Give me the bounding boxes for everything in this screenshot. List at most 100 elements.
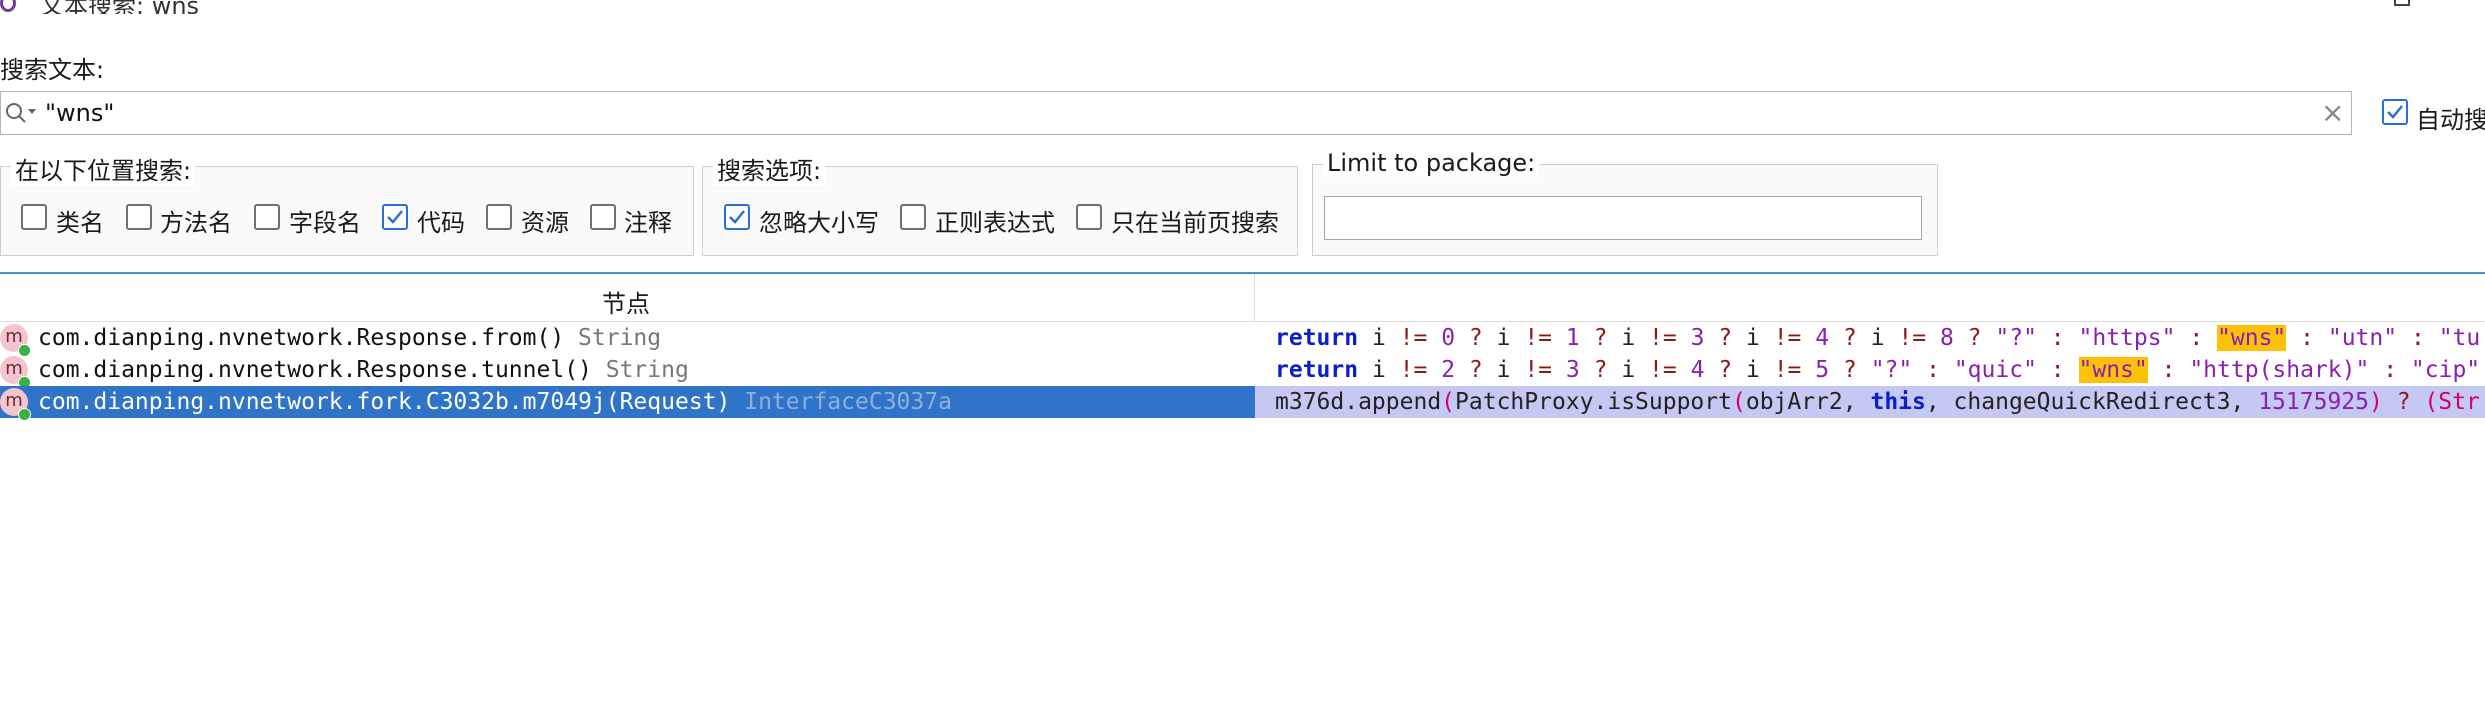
code-token: != — [1773, 325, 1802, 351]
code-token: ? — [2396, 389, 2411, 415]
code-token: ( — [1441, 389, 1456, 415]
code-token: ? — [1967, 325, 1982, 351]
code-token: "https" — [2078, 325, 2176, 351]
search-icon[interactable] — [3, 100, 37, 128]
code-token: != — [1399, 357, 1428, 383]
code-token: (Str — [2424, 389, 2480, 415]
code-token: ? — [1468, 325, 1483, 351]
code-token: i — [1607, 357, 1650, 383]
code-token: 8 — [1939, 325, 1954, 351]
code-token: return — [1275, 325, 1359, 351]
code-token: "tu — [2438, 325, 2481, 351]
result-code-snippet[interactable]: m376d.append(PatchProxy.isSupport(objArr… — [1275, 389, 2480, 415]
code-token: != — [1649, 325, 1677, 351]
code-token: return — [1275, 357, 1359, 383]
checkbox-field-name[interactable] — [254, 204, 280, 230]
restore-window-icon[interactable] — [2394, 0, 2410, 6]
checkbox-regex[interactable] — [900, 204, 926, 230]
code-token: != — [1773, 357, 1802, 383]
code-token: != — [1898, 325, 1927, 351]
code-token: PatchProxy.isSupport — [1455, 389, 1732, 415]
checkbox-method-name[interactable] — [126, 204, 152, 230]
code-token: i — [1732, 357, 1774, 383]
column-header-node[interactable]: 节点 — [0, 274, 1255, 322]
checkbox-class-name[interactable] — [21, 204, 47, 230]
result-return-type: String — [605, 357, 689, 383]
code-token: ( — [1731, 389, 1746, 415]
public-dot-icon — [18, 408, 31, 421]
checkbox-current-page[interactable] — [1076, 204, 1102, 230]
result-row[interactable]: m com.dianping.nvnetwork.fork.C3032b.m704… — [0, 386, 2485, 421]
search-input[interactable]: "wns" × — [0, 91, 2352, 135]
search-value: "wns" — [45, 99, 115, 127]
method-icon: m — [0, 388, 31, 421]
code-token: 3 — [1565, 357, 1580, 383]
column-header-code[interactable] — [1255, 274, 2485, 322]
code-token: != — [1524, 325, 1553, 351]
label-field-name: 字段名 — [289, 209, 361, 237]
code-token: 1 — [1565, 325, 1580, 351]
result-node-name: com.dianping.nvnetwork.Response.tunnel()… — [38, 357, 689, 383]
auto-search-label: 自动搜 — [2416, 106, 2485, 134]
checkbox-resource[interactable] — [486, 204, 512, 230]
code-token: ? — [1718, 357, 1733, 383]
code-token: : — [2410, 325, 2425, 351]
code-token: 2 — [1441, 357, 1456, 383]
code-token: 4 — [1815, 325, 1830, 351]
checkbox-ignore-case[interactable] — [724, 204, 750, 230]
checkbox-comment[interactable] — [590, 204, 616, 230]
code-token: : — [2050, 357, 2065, 383]
label-code: 代码 — [417, 209, 465, 237]
label-current-page: 只在当前页搜索 — [1111, 209, 1279, 237]
match-highlight: "wns" — [2217, 325, 2287, 351]
result-code-snippet[interactable]: return i != 0 ? i != 1 ? i != 3 ? i != 4… — [1275, 325, 2480, 351]
code-token: : — [2161, 357, 2176, 383]
code-token: m376d.append — [1275, 389, 1442, 415]
result-node-cell[interactable]: m com.dianping.nvnetwork.Response.tunnel(… — [0, 354, 1255, 389]
result-node-cell[interactable]: m com.dianping.nvnetwork.fork.C3032b.m704… — [0, 386, 1255, 421]
search-scope-legend: 在以下位置搜索: — [11, 151, 196, 186]
package-input[interactable] — [1324, 196, 1922, 240]
code-token: "quic" — [1953, 357, 2037, 383]
clear-icon[interactable]: × — [2321, 96, 2344, 129]
code-token: i — [1358, 325, 1400, 351]
result-node-cell[interactable]: m com.dianping.nvnetwork.Response.from() … — [0, 322, 1255, 357]
code-token: ? — [1593, 325, 1608, 351]
result-row[interactable]: m com.dianping.nvnetwork.Response.tunnel(… — [0, 354, 2485, 389]
title-bar: 文本搜索: wns — [0, 0, 2485, 14]
result-row[interactable]: m com.dianping.nvnetwork.Response.from() … — [0, 322, 2485, 357]
column-header-label: 节点 — [602, 290, 650, 318]
label-comment: 注释 — [624, 209, 672, 237]
code-token: ? — [1842, 325, 1857, 351]
auto-search-checkbox[interactable] — [2382, 99, 2408, 125]
code-token: != — [1524, 357, 1553, 383]
code-token: : — [2189, 325, 2204, 351]
method-icon: m — [0, 356, 31, 389]
result-code-snippet[interactable]: return i != 2 ? i != 3 ? i != 4 ? i != 5… — [1275, 357, 2480, 383]
checkbox-code[interactable] — [382, 204, 408, 230]
method-icon: m — [0, 324, 31, 357]
code-token: i — [1732, 325, 1774, 351]
result-return-type: String — [578, 325, 662, 351]
